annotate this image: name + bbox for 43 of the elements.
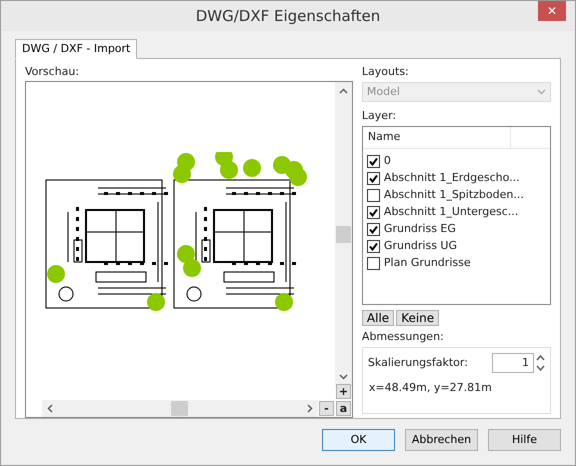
scroll-down-icon[interactable] bbox=[338, 374, 348, 380]
layer-name: Abschnitt 1_Untergesc... bbox=[384, 204, 518, 220]
window-title: DWG/DXF Eigenschaften bbox=[196, 6, 380, 27]
dialog-button[interactable]: Abbrechen bbox=[405, 429, 478, 451]
vertical-scrollbar[interactable] bbox=[334, 82, 352, 386]
column-header[interactable]: Name bbox=[362, 127, 511, 148]
zoom-in-button[interactable]: + bbox=[336, 384, 351, 399]
tab[interactable]: DWG / DXF - Import bbox=[15, 39, 138, 59]
size-text: x=48.49m, y=27.81m bbox=[368, 380, 493, 396]
horizontal-scrollbar[interactable] bbox=[42, 400, 318, 417]
dimensions-label: Abmessungen: bbox=[362, 329, 445, 344]
layer-name: Grundriss UG bbox=[384, 238, 458, 254]
layer-name: Abschnitt 1_Erdgescho... bbox=[384, 170, 520, 186]
preview-label: Vorschau: bbox=[25, 64, 80, 79]
layer-name: Plan Grundrisse bbox=[384, 254, 471, 271]
layer-name: Grundriss EG bbox=[384, 220, 456, 237]
layer-checkbox[interactable] bbox=[366, 172, 380, 184]
scroll-left-icon[interactable] bbox=[46, 404, 53, 413]
dialog-button[interactable]: Hilfe bbox=[488, 429, 561, 451]
layer-checkbox[interactable] bbox=[366, 240, 380, 252]
layer-checkbox[interactable] bbox=[366, 154, 380, 168]
layer-select-button[interactable]: Keine bbox=[396, 310, 440, 326]
close-button[interactable]: ✕ bbox=[538, 1, 566, 21]
layer-checkbox[interactable] bbox=[366, 206, 380, 218]
layer-checkbox[interactable] bbox=[366, 188, 380, 202]
layer-select-button[interactable]: Alle bbox=[362, 310, 394, 326]
layer-checkbox[interactable] bbox=[366, 256, 380, 270]
scrollbar-thumb[interactable] bbox=[171, 401, 188, 416]
scroll-up-icon[interactable] bbox=[338, 88, 348, 94]
scale-label: Skalierungsfaktor: bbox=[368, 354, 468, 371]
layer-name: Abschnitt 1_Spitzboden... bbox=[384, 186, 524, 203]
zoom-out-button[interactable]: - bbox=[318, 401, 334, 416]
layer-label: Layer: bbox=[362, 108, 398, 123]
layer-name: 0 bbox=[384, 152, 391, 169]
scale-field[interactable]: 1 bbox=[492, 353, 534, 373]
scroll-right-icon[interactable] bbox=[306, 404, 313, 413]
chevron-down-icon bbox=[537, 89, 546, 95]
layer-checkbox[interactable] bbox=[366, 222, 380, 236]
layouts-label: Layouts: bbox=[362, 64, 410, 79]
spinner-icon[interactable] bbox=[536, 354, 545, 372]
scrollbar-thumb[interactable] bbox=[336, 226, 351, 242]
zoom-fit-button[interactable]: a bbox=[336, 401, 351, 416]
dialog-button[interactable]: OK bbox=[322, 429, 395, 451]
